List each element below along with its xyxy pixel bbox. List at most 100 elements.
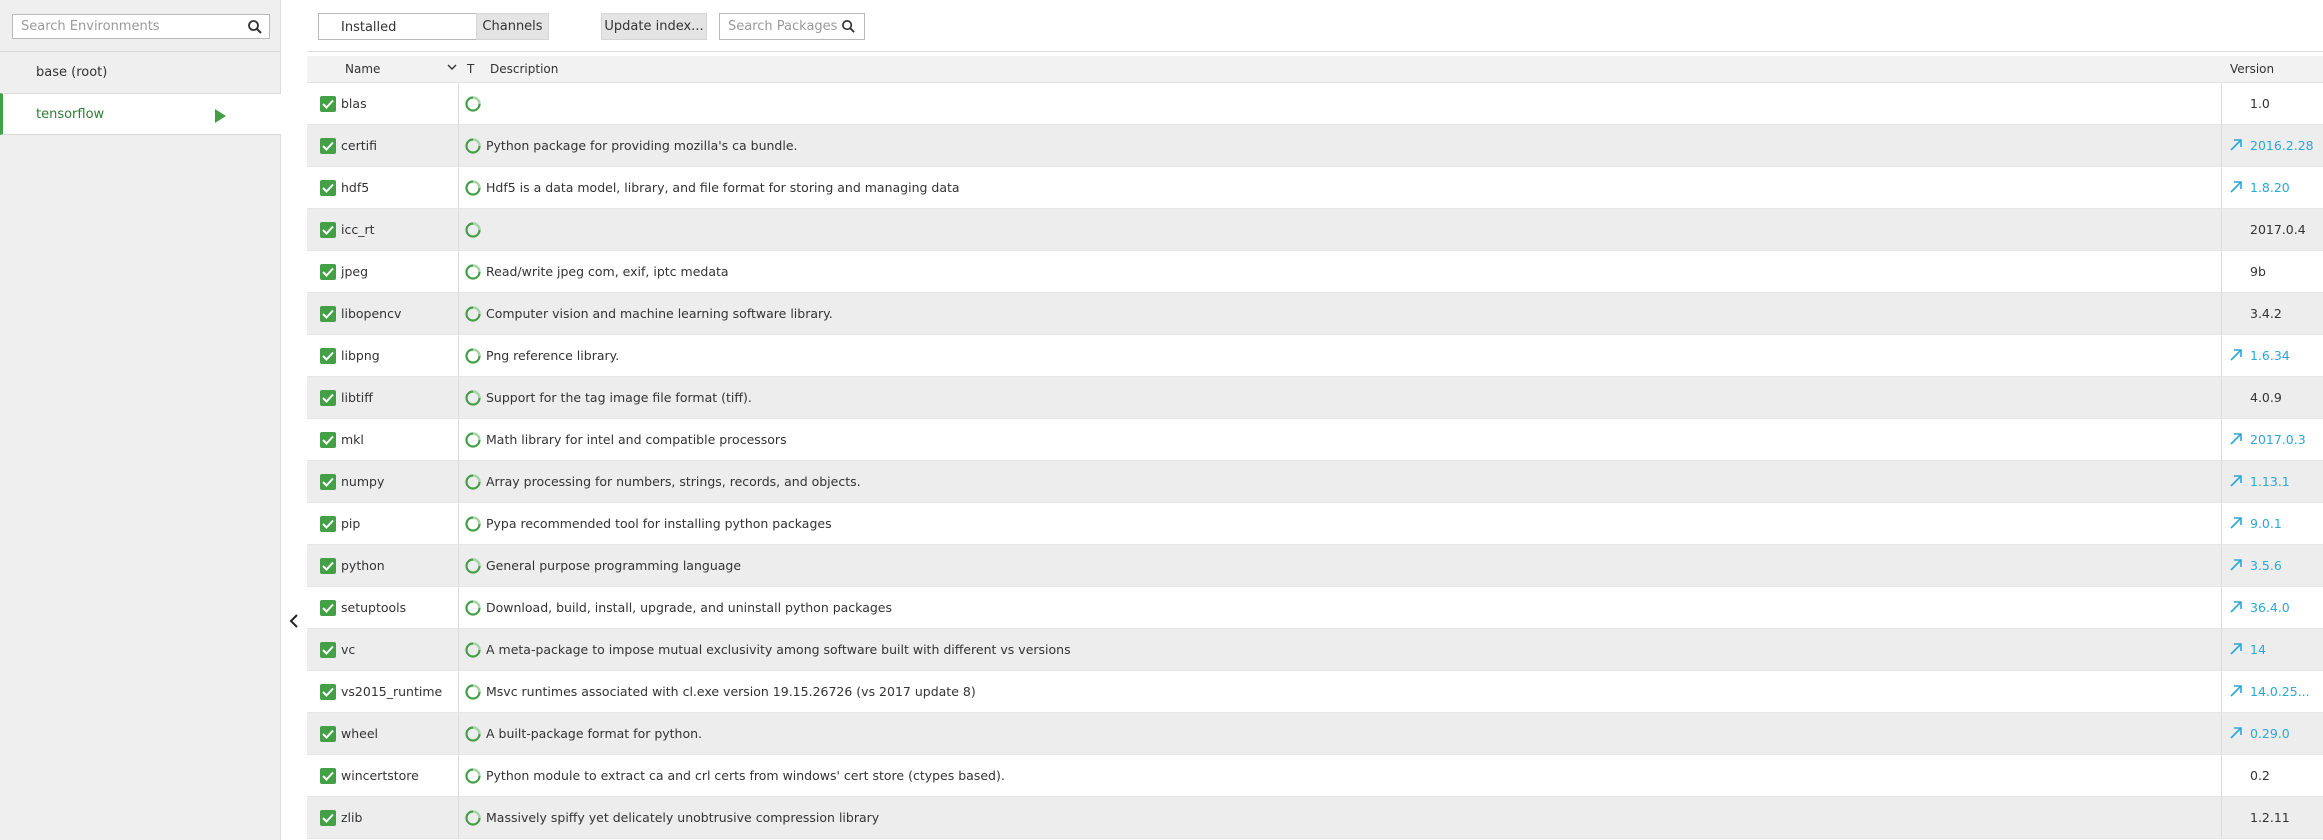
installed-checkbox[interactable] (320, 96, 336, 112)
installed-checkbox[interactable] (320, 138, 336, 154)
installed-checkbox[interactable] (320, 390, 336, 406)
package-version: 2016.2.28 (2250, 138, 2314, 153)
package-version: 1.2.11 (2250, 810, 2290, 825)
package-name: numpy (341, 474, 385, 489)
table-row[interactable]: vs2015_runtime Msvc runtimes associated w… (307, 671, 2323, 713)
package-type-icon (465, 222, 481, 238)
table-row[interactable]: pip Pypa recommended tool for installing … (307, 503, 2323, 545)
table-row[interactable]: icc_rt 2017.0.4 (307, 209, 2323, 251)
package-type-icon (465, 810, 481, 826)
search-icon[interactable] (247, 19, 263, 35)
table-row[interactable]: wheel A built-package format for python. 0… (307, 713, 2323, 755)
installed-checkbox[interactable] (320, 264, 336, 280)
update-index-button[interactable]: Update index... (601, 13, 707, 40)
installed-checkbox[interactable] (320, 810, 336, 826)
installed-checkbox[interactable] (320, 222, 336, 238)
environment-search-box (12, 14, 270, 39)
upgrade-arrow-icon[interactable] (2229, 474, 2243, 488)
search-icon[interactable] (841, 19, 856, 34)
package-version: 3.5.6 (2250, 558, 2282, 573)
upgrade-arrow-icon[interactable] (2229, 180, 2243, 194)
upgrade-arrow-icon[interactable] (2229, 642, 2243, 656)
table-row[interactable]: python General purpose programming langua… (307, 545, 2323, 587)
sort-descending-icon[interactable] (447, 62, 457, 72)
upgrade-arrow-icon[interactable] (2229, 558, 2243, 572)
checkmark-icon (322, 561, 334, 571)
package-name: wheel (341, 726, 378, 741)
column-divider (2221, 419, 2222, 460)
installed-checkbox[interactable] (320, 726, 336, 742)
package-type-icon (465, 180, 481, 196)
table-row[interactable]: libpng Png reference library. 1.6.34 (307, 335, 2323, 377)
column-divider (2221, 503, 2222, 544)
package-description: Hdf5 is a data model, library, and file … (486, 180, 960, 195)
column-header-version[interactable]: Version (2230, 62, 2274, 76)
installed-checkbox[interactable] (320, 474, 336, 490)
column-header-type[interactable]: T (467, 62, 474, 76)
environment-item-tensorflow[interactable]: tensorflow (0, 93, 281, 135)
table-row[interactable]: setuptools Download, build, install, upgr… (307, 587, 2323, 629)
upgrade-arrow-icon[interactable] (2229, 348, 2243, 362)
upgrade-arrow-icon[interactable] (2229, 726, 2243, 740)
table-row[interactable]: wincertstore Python module to extract ca … (307, 755, 2323, 797)
installed-checkbox[interactable] (320, 768, 336, 784)
installed-checkbox[interactable] (320, 600, 336, 616)
table-header: Name T Description Version (307, 56, 2323, 83)
environment-search-input[interactable] (13, 15, 233, 38)
package-name: blas (341, 96, 367, 111)
installed-checkbox[interactable] (320, 180, 336, 196)
installed-checkbox[interactable] (320, 306, 336, 322)
column-divider (2221, 293, 2222, 334)
package-type-icon (465, 306, 481, 322)
installed-checkbox[interactable] (320, 642, 336, 658)
table-row[interactable]: mkl Math library for intel and compatible… (307, 419, 2323, 461)
installed-checkbox[interactable] (320, 684, 336, 700)
package-type-icon (465, 96, 481, 112)
environment-label: base (root) (36, 65, 108, 80)
package-description: A meta-package to impose mutual exclusiv… (486, 642, 1071, 657)
chevron-left-icon[interactable] (288, 613, 300, 629)
installed-checkbox[interactable] (320, 516, 336, 532)
package-description: Pypa recommended tool for installing pyt… (486, 516, 832, 531)
installed-checkbox[interactable] (320, 348, 336, 364)
upgrade-arrow-icon[interactable] (2229, 600, 2243, 614)
column-header-name[interactable]: Name (345, 62, 380, 76)
table-row[interactable]: numpy Array processing for numbers, strin… (307, 461, 2323, 503)
channels-button[interactable]: Channels (476, 13, 549, 40)
package-name: libopencv (341, 306, 402, 321)
column-divider (2221, 545, 2222, 586)
upgrade-arrow-icon[interactable] (2229, 432, 2243, 446)
package-name: libpng (341, 348, 380, 363)
play-icon[interactable] (215, 109, 226, 123)
table-row[interactable]: certifi Python package for providing mozi… (307, 125, 2323, 167)
package-version: 14 (2250, 642, 2266, 657)
package-description: Read/write jpeg com, exif, iptc medata (486, 264, 729, 279)
checkmark-icon (322, 99, 334, 109)
package-version: 14.0.25... (2250, 684, 2310, 699)
column-divider (2221, 461, 2222, 502)
package-version: 36.4.0 (2250, 600, 2290, 615)
table-row[interactable]: blas 1.0 (307, 83, 2323, 125)
package-description: Msvc runtimes associated with cl.exe ver… (486, 684, 976, 699)
installed-checkbox[interactable] (320, 558, 336, 574)
column-divider (458, 629, 459, 670)
package-search-input[interactable] (720, 14, 838, 39)
table-row[interactable]: libtiff Support for the tag image file fo… (307, 377, 2323, 419)
checkmark-icon (322, 435, 334, 445)
table-row[interactable]: zlib Massively spiffy yet delicately unob… (307, 797, 2323, 839)
column-divider (458, 713, 459, 754)
upgrade-arrow-icon[interactable] (2229, 684, 2243, 698)
column-divider (2221, 209, 2222, 250)
table-row[interactable]: jpeg Read/write jpeg com, exif, iptc meda… (307, 251, 2323, 293)
table-row[interactable]: vc A meta-package to impose mutual exclus… (307, 629, 2323, 671)
package-version: 1.8.20 (2250, 180, 2290, 195)
package-name: hdf5 (341, 180, 370, 195)
upgrade-arrow-icon[interactable] (2229, 516, 2243, 530)
table-row[interactable]: libopencv Computer vision and machine lea… (307, 293, 2323, 335)
column-header-description[interactable]: Description (490, 62, 558, 76)
environment-item-base[interactable]: base (root) (0, 51, 281, 93)
table-row[interactable]: hdf5 Hdf5 is a data model, library, and f… (307, 167, 2323, 209)
package-description: Massively spiffy yet delicately unobtrus… (486, 810, 880, 825)
installed-checkbox[interactable] (320, 432, 336, 448)
upgrade-arrow-icon[interactable] (2229, 138, 2243, 152)
